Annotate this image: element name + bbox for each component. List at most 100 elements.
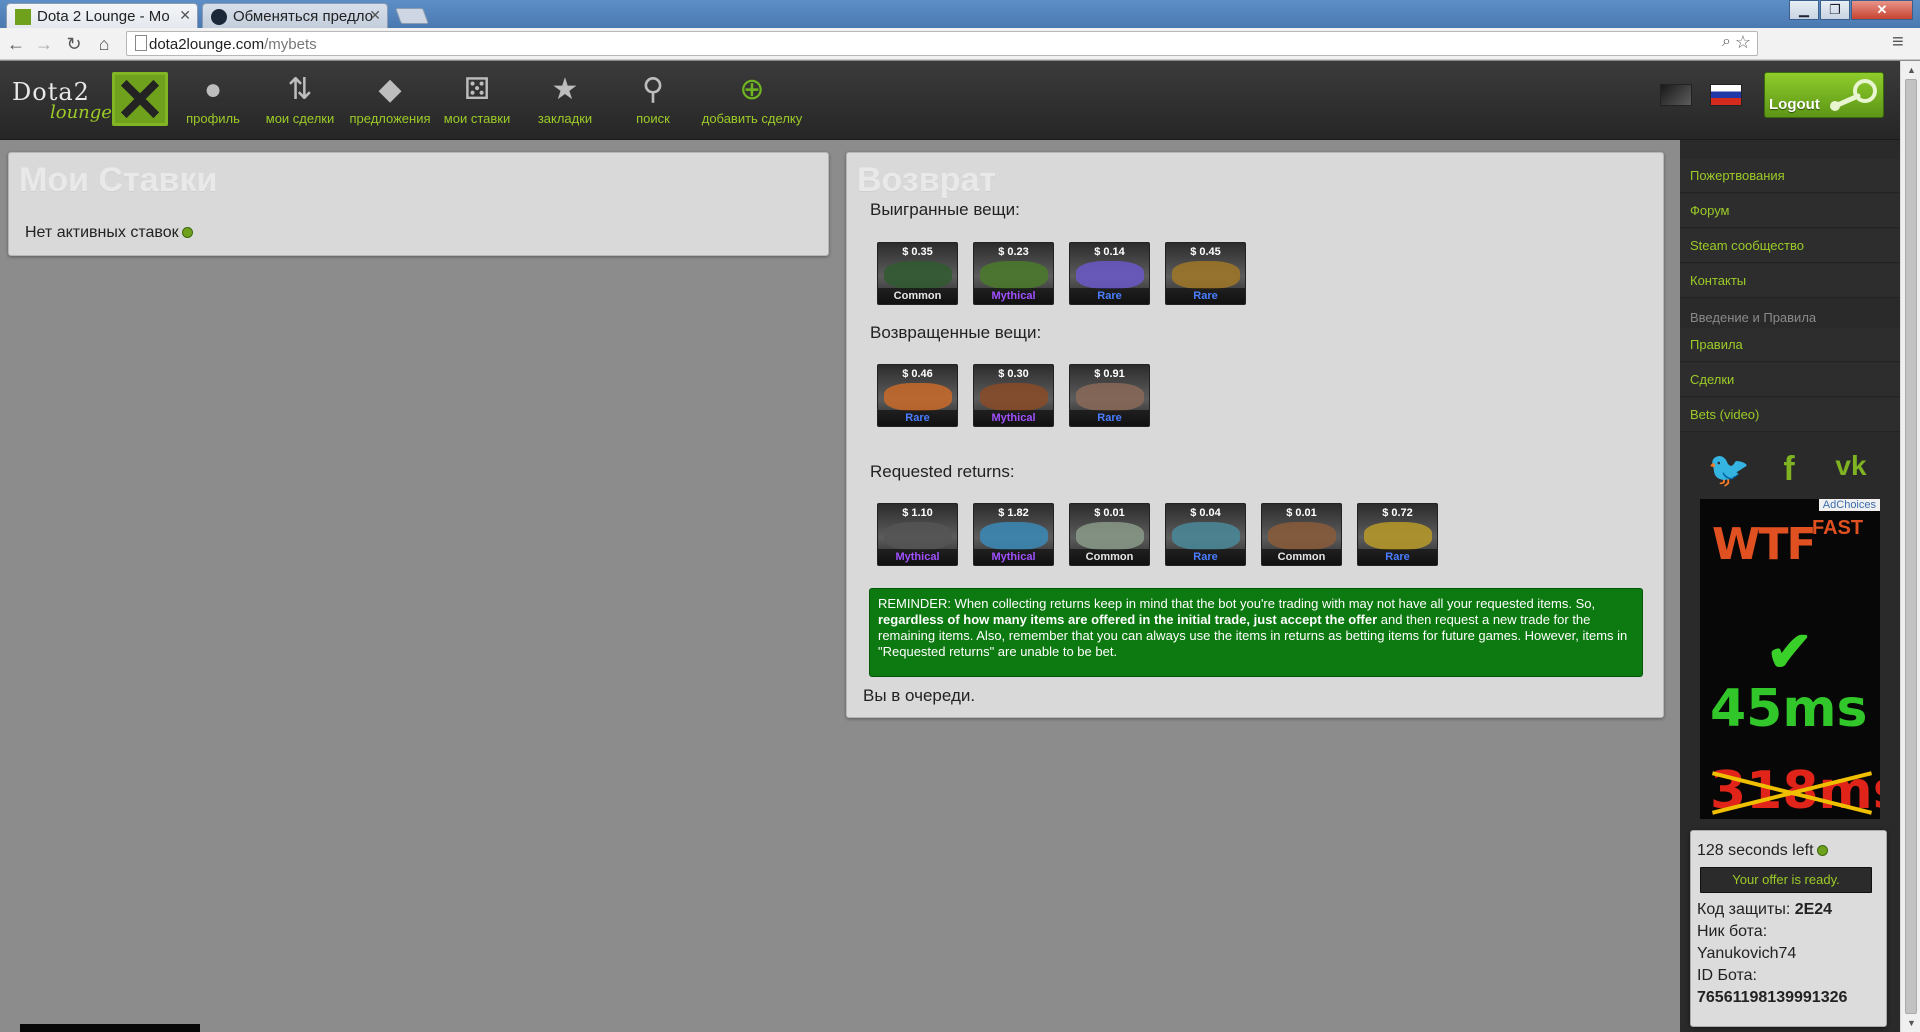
nav-my-bets[interactable]: ⚄ мои ставки — [440, 73, 514, 126]
ad-good-ping: 45ms — [1710, 679, 1868, 739]
nav-profile[interactable]: ● профиль — [178, 73, 248, 126]
item-card[interactable]: $ 0.01 Common — [1069, 503, 1150, 566]
language-flag-russian[interactable] — [1710, 84, 1742, 106]
item-rarity: Mythical — [878, 549, 957, 565]
adchoices-label[interactable]: AdChoices — [1818, 499, 1880, 511]
item-rarity: Rare — [1070, 410, 1149, 426]
item-card[interactable]: $ 0.45 Rare — [1165, 242, 1246, 305]
nav-search[interactable]: ⚲ поиск — [618, 73, 688, 126]
item-card[interactable]: $ 0.30 Mythical — [973, 364, 1054, 427]
zoom-icon[interactable]: ⌕ — [1722, 33, 1731, 51]
close-tab-icon[interactable]: ✕ — [179, 7, 191, 24]
scroll-thumb[interactable] — [1905, 79, 1917, 1014]
info-icon[interactable] — [1816, 845, 1828, 857]
address-bar[interactable]: dota2lounge.com/mybets ⌕ ☆ — [126, 31, 1758, 56]
trade-status-box: 128 seconds left Your offer is ready. Ко… — [1690, 830, 1887, 1027]
language-flag-dark[interactable] — [1660, 84, 1692, 106]
tab-steam-offer[interactable]: Обменяться предло ✕ — [202, 3, 388, 28]
item-price: $ 0.30 — [998, 368, 1029, 380]
nav-my-trades[interactable]: ⇅ мои сделки — [262, 73, 338, 126]
returned-items-label: Возвращенные вещи: — [870, 323, 1042, 342]
no-active-bets-text: Нет активных ставок — [25, 224, 193, 242]
trades-icon: ⇅ — [287, 73, 313, 106]
sidebar-link-donations[interactable]: Пожертвования — [1680, 159, 1900, 193]
item-price: $ 0.01 — [1094, 507, 1125, 519]
ad-headline-fast: FAST — [1812, 517, 1864, 539]
item-card[interactable]: $ 0.04 Rare — [1165, 503, 1246, 566]
item-card[interactable]: $ 0.23 Mythical — [973, 242, 1054, 305]
item-card[interactable]: $ 1.82 Mythical — [973, 503, 1054, 566]
info-icon[interactable] — [181, 227, 193, 239]
logo-subtext: lounge — [50, 102, 112, 123]
facebook-icon[interactable]: f — [1764, 450, 1814, 489]
item-rarity: Common — [878, 288, 957, 304]
offer-ready-button[interactable]: Your offer is ready. — [1700, 867, 1872, 893]
security-code-line: Код защиты: 2E24 — [1697, 901, 1833, 918]
scroll-down-icon[interactable]: ▼ — [1907, 1018, 1916, 1028]
close-tab-icon[interactable]: ✕ — [369, 7, 381, 24]
browser-menu-icon[interactable]: ≡ — [1892, 31, 1904, 54]
nav-label: закладки — [537, 111, 593, 126]
item-image — [1172, 261, 1240, 289]
home-icon[interactable]: ⌂ — [92, 32, 116, 56]
item-image — [884, 522, 952, 550]
advertisement-banner[interactable]: AdChoices WTF FAST ✔ 45ms 318ms — [1700, 499, 1880, 819]
item-rarity: Common — [1262, 549, 1341, 565]
twitter-icon[interactable]: 🐦 — [1704, 450, 1754, 490]
reload-icon[interactable]: ↻ — [62, 32, 86, 56]
item-rarity: Rare — [1166, 288, 1245, 304]
item-card[interactable]: $ 0.14 Rare — [1069, 242, 1150, 305]
item-card[interactable]: $ 0.01 Common — [1261, 503, 1342, 566]
minimize-button[interactable]: ▁ — [1789, 0, 1819, 20]
nav-bookmarks[interactable]: ★ закладки — [530, 73, 600, 126]
nav-label: мои ставки — [443, 111, 511, 126]
sidebar-link-bets-video[interactable]: Bets (video) — [1680, 398, 1900, 432]
browser-toolbar: ← → ↻ ⌂ dota2lounge.com/mybets ⌕ ☆ ≡ — [0, 28, 1920, 60]
dota-logo-icon — [112, 72, 168, 126]
site-logo[interactable]: Dota2 lounge — [12, 72, 170, 128]
nav-label: предложения — [349, 111, 431, 126]
dice-icon: ⚄ — [463, 73, 491, 106]
panel-title: Возврат — [857, 161, 997, 199]
panel-title: Мои Ставки — [19, 161, 218, 199]
item-image — [1076, 261, 1144, 289]
item-price: $ 0.04 — [1190, 507, 1221, 519]
item-price: $ 1.10 — [902, 507, 933, 519]
nav-add-trade[interactable]: ⊕ добавить сделку — [697, 73, 807, 126]
new-tab-button[interactable] — [395, 8, 429, 24]
bookmark-star-icon[interactable]: ☆ — [1735, 32, 1751, 53]
requested-items-row: $ 1.10 Mythical $ 1.82 Mythical $ 0.01 Common… — [877, 503, 1438, 566]
sidebar-link-rules[interactable]: Правила — [1680, 328, 1900, 362]
dota2lounge-favicon — [15, 9, 31, 25]
ad-bottom-strip — [20, 1024, 200, 1032]
page-scrollbar[interactable]: ▲ ▼ — [1900, 61, 1920, 1032]
nav-offers[interactable]: ◆ предложения — [347, 73, 433, 126]
back-icon[interactable]: ← — [4, 32, 28, 56]
item-rarity: Rare — [1358, 549, 1437, 565]
item-price: $ 1.82 — [998, 507, 1029, 519]
forward-icon[interactable]: → — [32, 32, 56, 56]
sidebar-link-steam-community[interactable]: Steam сообщество — [1680, 229, 1900, 263]
item-image — [1364, 522, 1432, 550]
my-bets-panel: Мои Ставки Нет активных ставок — [8, 152, 829, 256]
item-rarity: Common — [1070, 549, 1149, 565]
bot-nick-label: Ник бота: — [1697, 923, 1768, 940]
sidebar-link-trades[interactable]: Сделки — [1680, 363, 1900, 397]
sidebar-link-forum[interactable]: Форум — [1680, 194, 1900, 228]
item-card[interactable]: $ 0.35 Common — [877, 242, 958, 305]
logout-button[interactable]: Logout — [1764, 72, 1884, 118]
item-card[interactable]: $ 1.10 Mythical — [877, 503, 958, 566]
maximize-button[interactable]: ❐ — [1820, 0, 1850, 20]
vk-icon[interactable]: vk — [1826, 450, 1876, 482]
item-card[interactable]: $ 0.91 Rare — [1069, 364, 1150, 427]
scroll-up-icon[interactable]: ▲ — [1907, 65, 1916, 75]
item-rarity: Mythical — [974, 288, 1053, 304]
item-card[interactable]: $ 0.46 Rare — [877, 364, 958, 427]
sidebar-link-contacts[interactable]: Контакты — [1680, 264, 1900, 298]
close-window-button[interactable]: ✕ — [1851, 0, 1913, 20]
page-icon — [135, 35, 147, 51]
tab-dota2lounge[interactable]: Dota 2 Lounge - Мо ✕ — [6, 3, 198, 28]
search-icon: ⚲ — [642, 73, 664, 106]
item-card[interactable]: $ 0.72 Rare — [1357, 503, 1438, 566]
item-price: $ 0.91 — [1094, 368, 1125, 380]
